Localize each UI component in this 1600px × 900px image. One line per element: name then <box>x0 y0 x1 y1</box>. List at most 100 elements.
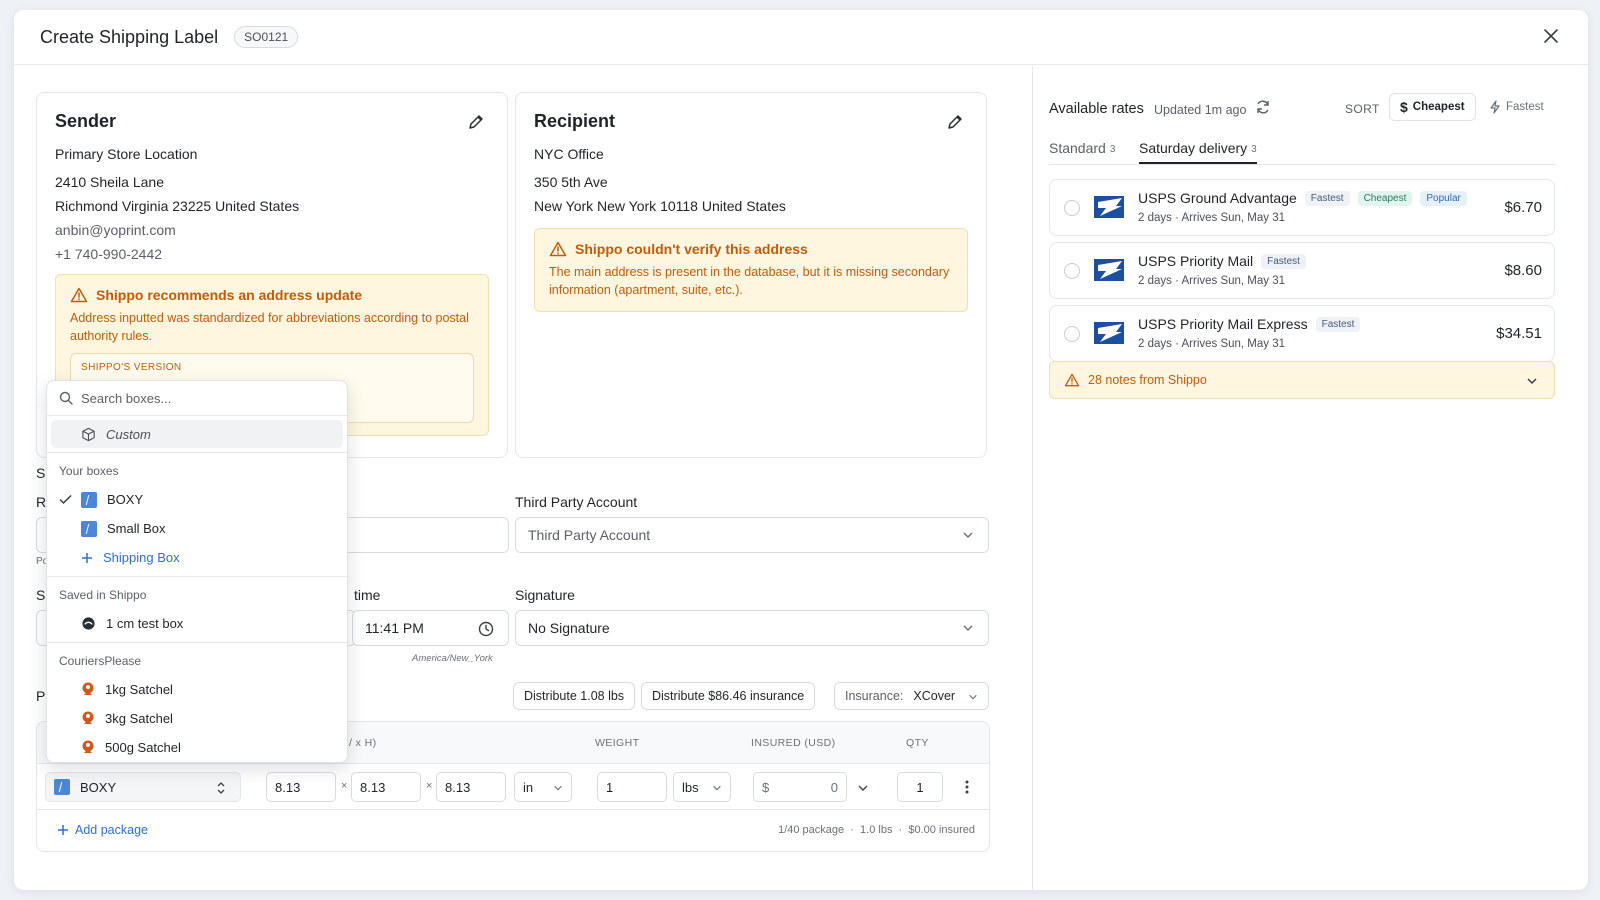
ship-time-label: time <box>354 587 381 603</box>
recipient-line-1: NYC Office <box>534 146 604 162</box>
weight-unit-select[interactable]: lbs <box>673 772 731 802</box>
tab-standard-count: 3 <box>1109 144 1116 155</box>
box-search-input[interactable]: Search boxes... <box>47 381 347 416</box>
chevron-down-icon <box>554 785 562 791</box>
sender-warning-text: Address inputted was standardized for ab… <box>70 311 469 343</box>
chevron-down-icon <box>963 625 973 631</box>
rate-price: $34.51 <box>1496 325 1542 342</box>
recipient-line-3: New York New York 10118 United States <box>534 198 786 214</box>
more-vertical-icon[interactable] <box>965 779 969 795</box>
signature-value: No Signature <box>528 620 610 636</box>
sender-warning-title: Shippo recommends an address update <box>96 287 363 303</box>
warning-triangle-icon <box>549 241 567 257</box>
box-option-label: Small Box <box>107 521 166 536</box>
sender-line-3: Richmond Virginia 23225 United States <box>55 198 300 214</box>
height-input[interactable]: 8.13 <box>436 772 506 802</box>
box-option-label: BOXY <box>107 492 144 507</box>
box-option-1kg-satchel[interactable]: 1kg Satchel <box>47 675 347 704</box>
add-shipping-box-option[interactable]: Shipping Box <box>47 543 347 572</box>
rate-radio[interactable] <box>1064 200 1080 216</box>
rate-radio[interactable] <box>1064 326 1080 342</box>
edit-recipient-pencil-icon[interactable] <box>946 113 964 131</box>
recipient-line-2: 350 5th Ave <box>534 174 608 190</box>
currency-symbol: $ <box>762 779 770 795</box>
rate-price: $6.70 <box>1504 199 1542 216</box>
box-picker-dropdown: Search boxes... Custom Your boxes BOXY S… <box>46 380 348 763</box>
distribute-insurance-button[interactable]: Distribute $86.46 insurance <box>641 682 816 710</box>
modal-header: Create Shipping Label SO0121 <box>14 10 1588 65</box>
box-option-label: 1 cm test box <box>106 616 184 631</box>
sort-fastest-label: Fastest <box>1506 101 1544 113</box>
couriersplease-logo-icon <box>82 682 94 695</box>
rate-arrives: Arrives Sun, May 31 <box>1181 212 1286 224</box>
divider <box>47 452 347 453</box>
dimension-unit-select[interactable]: in <box>514 772 572 802</box>
rate-option-usps-ground-advantage[interactable]: USPS Ground Advantage Fastest Cheapest P… <box>1049 179 1555 236</box>
box-select-value: BOXY <box>80 779 117 795</box>
lightning-icon <box>1490 100 1500 114</box>
edit-sender-pencil-icon[interactable] <box>467 113 485 131</box>
rates-panel: Available rates Updated 1m ago SORT $ Ch… <box>1032 66 1588 890</box>
tag-cheapest: Cheapest <box>1357 190 1413 206</box>
box-option-label: 500g Satchel <box>105 740 181 755</box>
box-select[interactable]: BOXY <box>45 772 241 802</box>
box-option-label: 1kg Satchel <box>105 682 173 697</box>
rate-option-usps-priority-mail-express[interactable]: USPS Priority Mail Express Fastest 2 day… <box>1049 305 1555 362</box>
insured-input[interactable]: $ 0 <box>753 772 847 802</box>
box-option-3kg-satchel[interactable]: 3kg Satchel <box>47 704 347 733</box>
package-cube-icon <box>82 427 95 441</box>
qty-input[interactable]: 1 <box>897 772 943 802</box>
rate-arrives: Arrives Sun, May 31 <box>1181 275 1286 287</box>
package-table-footer: Add package 1/40 package · 1.0 lbs · $0.… <box>37 810 989 851</box>
shippo-logo-icon <box>82 617 95 630</box>
left-panel: Sender Primary Store Location 2410 Sheil… <box>14 66 1032 890</box>
box-option-500g-satchel[interactable]: 500g Satchel <box>47 733 347 762</box>
third-party-account-placeholder: Third Party Account <box>528 527 651 543</box>
tab-saturday-delivery[interactable]: Saturday delivery 3 <box>1139 140 1257 164</box>
ship-time-input[interactable]: 11:41 PM <box>352 610 509 646</box>
refresh-icon[interactable] <box>1255 99 1271 115</box>
signature-label: Signature <box>515 587 575 603</box>
shippo-notes-accordion[interactable]: 28 notes from Shippo <box>1049 361 1555 399</box>
rate-arrives: Arrives Sun, May 31 <box>1181 338 1286 350</box>
rate-days: 2 days <box>1138 212 1172 224</box>
recipient-address-warning: Shippo couldn't verify this address The … <box>534 228 968 312</box>
ship-time-value: 11:41 PM <box>365 620 424 636</box>
distribute-weight-button[interactable]: Distribute 1.08 lbs <box>513 682 636 710</box>
dollar-icon: $ <box>1400 99 1408 115</box>
sort-label: SORT <box>1345 102 1380 116</box>
tag-fastest: Fastest <box>1315 316 1361 332</box>
box-option-1cm-test-box[interactable]: 1 cm test box <box>47 609 347 638</box>
sender-line-2: 2410 Sheila Lane <box>55 174 164 190</box>
recipient-heading: Recipient <box>534 111 616 131</box>
dimension-unit-value: in <box>523 779 534 795</box>
third-party-account-select[interactable]: Third Party Account <box>515 517 989 553</box>
sender-email: anbin@yoprint.com <box>55 222 176 238</box>
add-shipping-box-label: Shipping Box <box>103 550 180 565</box>
sort-cheapest-button[interactable]: $ Cheapest <box>1389 93 1476 121</box>
rate-name: USPS Priority Mail <box>1138 253 1254 269</box>
add-package-button[interactable]: Add package <box>57 823 148 837</box>
chevron-down-icon <box>963 532 973 538</box>
box-option-boxy[interactable]: BOXY <box>47 485 347 514</box>
shippos-version-label: SHIPPO'S VERSION <box>81 362 182 373</box>
shippo-notes-label: 28 notes from Shippo <box>1088 373 1207 387</box>
chevron-down-icon[interactable] <box>857 782 869 794</box>
rate-option-usps-priority-mail[interactable]: USPS Priority Mail Fastest 2 days · Arri… <box>1049 242 1555 299</box>
rate-radio[interactable] <box>1064 263 1080 279</box>
sort-fastest-button[interactable]: Fastest <box>1479 93 1554 121</box>
rate-days: 2 days <box>1138 338 1172 350</box>
insurance-select[interactable]: Insurance: XCover <box>834 682 989 710</box>
close-icon[interactable] <box>1542 27 1560 45</box>
divider <box>47 642 347 643</box>
length-input[interactable]: 8.13 <box>266 772 336 802</box>
tab-standard[interactable]: Standard 3 <box>1049 140 1115 164</box>
box-option-small-box[interactable]: Small Box <box>47 514 347 543</box>
weight-input[interactable]: 1 <box>597 772 667 802</box>
weight-unit-value: lbs <box>682 779 699 795</box>
custom-box-option[interactable]: Custom <box>51 420 343 448</box>
signature-select[interactable]: No Signature <box>515 610 989 646</box>
box-search-placeholder: Search boxes... <box>81 390 172 406</box>
sort-cheapest-label: Cheapest <box>1412 101 1465 113</box>
width-input[interactable]: 8.13 <box>351 772 421 802</box>
